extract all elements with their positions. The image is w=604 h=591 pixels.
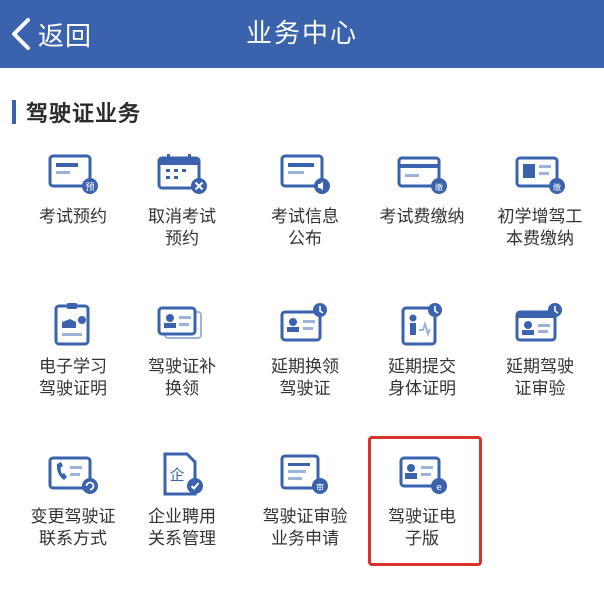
service-label: 延期提交 身体证明 xyxy=(388,357,456,399)
service-item[interactable]: 延期驾驶 证审验 xyxy=(480,302,600,400)
extend-renewal-icon xyxy=(278,302,332,346)
service-item[interactable]: 延期提交 身体证明 xyxy=(362,302,482,400)
service-item[interactable]: 企 企业聘用 关系管理 xyxy=(122,452,242,550)
service-label: 考试费缴纳 xyxy=(379,207,465,227)
service-item[interactable]: 缴 考试费缴纳 xyxy=(362,152,482,228)
svg-text:缴: 缴 xyxy=(435,182,443,192)
svg-text:审: 审 xyxy=(316,482,324,492)
contact-change-icon xyxy=(46,452,100,496)
service-label: 驾驶证审验 业务申请 xyxy=(262,507,348,549)
section-header: 驾驶证业务 xyxy=(12,96,141,128)
service-item[interactable]: 延期换领 驾驶证 xyxy=(245,302,365,400)
service-label: 初学增驾工 本费缴纳 xyxy=(497,207,583,249)
service-item[interactable]: 变更驾驶证 联系方式 xyxy=(13,452,133,550)
service-label: 考试信息 公布 xyxy=(271,207,339,249)
service-item[interactable]: 电子学习 驾驶证明 xyxy=(13,302,133,400)
service-item[interactable]: 驾驶证补 换领 xyxy=(122,302,242,400)
service-label: 延期换领 驾驶证 xyxy=(271,357,339,399)
svg-text:缴: 缴 xyxy=(553,182,561,192)
service-label: 电子学习 驾驶证明 xyxy=(39,357,107,399)
svg-text:预: 预 xyxy=(85,182,94,193)
highlight-box xyxy=(368,436,482,566)
page-title: 业务中心 xyxy=(245,19,358,49)
service-item[interactable]: 缴 初学增驾工 本费缴纳 xyxy=(480,152,600,250)
section-title: 驾驶证业务 xyxy=(26,102,142,127)
health-proof-icon xyxy=(395,302,449,346)
exam-booking-icon: 预 xyxy=(46,152,100,196)
fee-payment-icon: 缴 xyxy=(513,152,567,196)
header-bar: 返回 业务中心 xyxy=(0,0,604,68)
section-accent-bar xyxy=(12,100,16,124)
cancel-exam-icon xyxy=(155,152,209,196)
service-label: 延期驾驶 证审验 xyxy=(506,357,574,399)
service-item[interactable]: 审 驾驶证审验 业务申请 xyxy=(245,452,365,550)
svg-text:企: 企 xyxy=(169,466,184,484)
service-item[interactable]: 预 考试预约 xyxy=(13,152,133,228)
exam-fee-icon: 缴 xyxy=(395,152,449,196)
enterprise-icon: 企 xyxy=(155,452,209,496)
service-item[interactable]: 考试信息 公布 xyxy=(245,152,365,250)
review-application-icon: 审 xyxy=(278,452,332,496)
service-label: 考试预约 xyxy=(39,207,107,227)
extend-review-icon xyxy=(513,302,567,346)
service-item[interactable]: 取消考试 预约 xyxy=(122,152,242,250)
e-learning-certificate-icon xyxy=(46,302,100,346)
exam-info-icon xyxy=(278,152,332,196)
service-label: 企业聘用 关系管理 xyxy=(148,507,216,549)
service-label: 取消考试 预约 xyxy=(148,207,216,249)
license-reissue-icon xyxy=(155,302,209,346)
service-label: 变更驾驶证 联系方式 xyxy=(30,507,116,549)
service-label: 驾驶证补 换领 xyxy=(148,357,216,399)
